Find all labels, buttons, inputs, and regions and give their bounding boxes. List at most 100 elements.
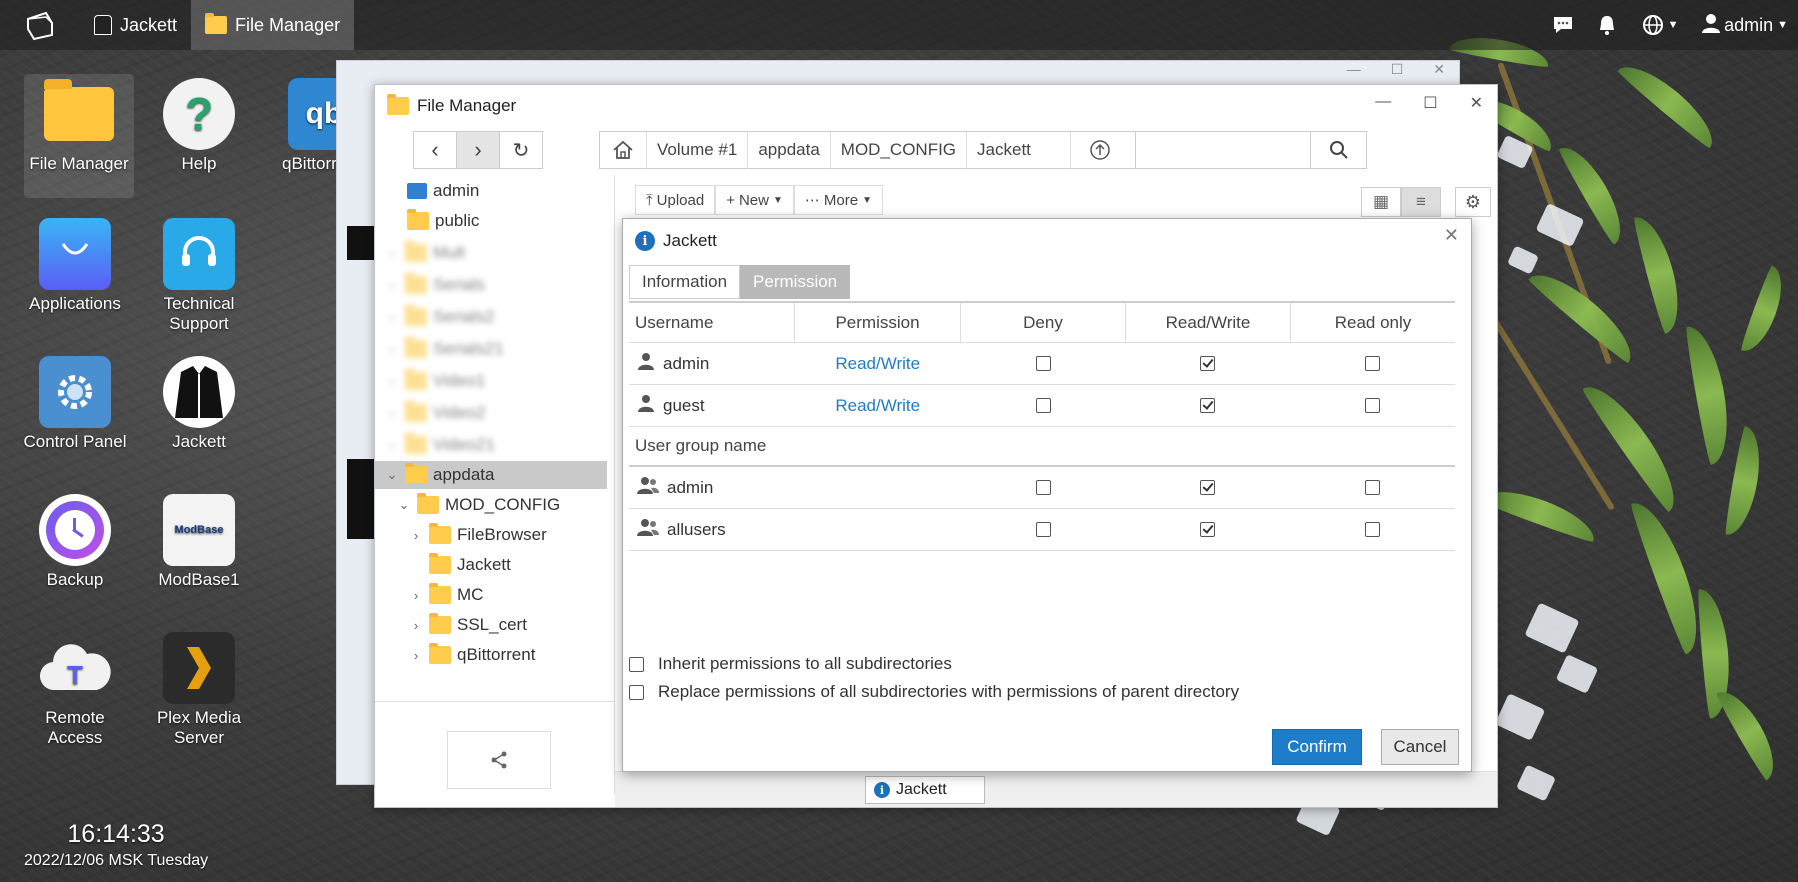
read-only-checkbox[interactable] bbox=[1365, 356, 1381, 371]
tree-item[interactable]: › SSL_cert bbox=[375, 611, 614, 639]
search-input[interactable] bbox=[1136, 132, 1310, 168]
refresh-button[interactable]: ↻ bbox=[499, 131, 543, 169]
replace-checkbox[interactable] bbox=[629, 684, 644, 700]
read-only-checkbox[interactable] bbox=[1365, 522, 1381, 537]
permission-link[interactable]: Read/Write bbox=[795, 354, 961, 374]
deny-checkbox[interactable] bbox=[1035, 522, 1051, 537]
tree-item[interactable]: › Video21 bbox=[375, 431, 614, 459]
group-name: admin bbox=[667, 477, 714, 497]
home-button[interactable] bbox=[600, 131, 647, 169]
inherit-checkbox[interactable] bbox=[629, 656, 644, 672]
window-titlebar[interactable]: File Manager bbox=[375, 85, 1497, 127]
read-write-checkbox[interactable] bbox=[1200, 480, 1216, 495]
list-view-button[interactable]: ≡ bbox=[1401, 187, 1441, 217]
clock-time: 16:14:33 bbox=[67, 820, 165, 848]
upload-folder-button[interactable] bbox=[1071, 131, 1129, 169]
chevron-right-icon[interactable]: › bbox=[409, 528, 423, 543]
desktop-icon-jackett[interactable]: Jackett bbox=[144, 356, 254, 452]
tab-permission[interactable]: Permission bbox=[740, 265, 851, 299]
minimize-icon[interactable]: — bbox=[1347, 61, 1361, 83]
close-icon[interactable]: ✕ bbox=[1433, 61, 1445, 83]
read-only-checkbox[interactable] bbox=[1365, 398, 1381, 413]
chevron-down-icon[interactable]: ⌄ bbox=[385, 467, 399, 483]
tab-information[interactable]: Information bbox=[629, 265, 741, 299]
user-menu[interactable]: admin ▼ bbox=[1702, 13, 1788, 38]
desktop-icon-control-panel[interactable]: Control Panel bbox=[20, 356, 130, 452]
close-icon[interactable]: ✕ bbox=[1470, 93, 1483, 113]
tree-item[interactable]: admin bbox=[375, 177, 614, 205]
upload-button[interactable]: ⤒ Upload bbox=[635, 185, 716, 215]
start-menu-icon[interactable] bbox=[0, 0, 80, 50]
list-icon: ≡ bbox=[1416, 192, 1426, 211]
breadcrumb-item[interactable]: Volume #1 bbox=[647, 131, 749, 169]
desktop-icon-applications[interactable]: Applications bbox=[20, 218, 130, 314]
folder-icon bbox=[429, 583, 451, 604]
desktop-icon-plex-media-server[interactable]: Plex Media Server bbox=[144, 632, 254, 748]
shopping-bag-icon bbox=[39, 218, 111, 290]
chat-icon[interactable] bbox=[1552, 14, 1574, 36]
tree-item[interactable]: › FileBrowser bbox=[375, 521, 614, 549]
notification-bell-icon[interactable] bbox=[1596, 14, 1618, 36]
chevron-left-icon: ‹ bbox=[431, 137, 439, 162]
chevron-right-icon[interactable]: › bbox=[409, 618, 423, 633]
desktop-icon-modbase1[interactable]: ModBase ModBase1 bbox=[144, 494, 254, 590]
breadcrumb-item[interactable]: MOD_CONFIG bbox=[831, 131, 968, 169]
tree-item[interactable]: ⌄ MOD_CONFIG bbox=[375, 491, 614, 519]
desktop-icon-technical-support[interactable]: Technical Support bbox=[144, 218, 254, 334]
breadcrumb-item[interactable]: Jackett bbox=[967, 131, 1072, 169]
language-globe-icon[interactable]: ▼ bbox=[1640, 14, 1680, 36]
breadcrumb-item[interactable]: appdata bbox=[748, 131, 831, 169]
deny-checkbox[interactable] bbox=[1035, 480, 1051, 495]
tree-item-selected[interactable]: ⌄ appdata bbox=[375, 461, 607, 489]
read-only-checkbox[interactable] bbox=[1365, 480, 1381, 495]
tree-item[interactable]: › MC bbox=[375, 581, 614, 609]
taskbar-item-file-manager[interactable]: File Manager bbox=[191, 0, 355, 50]
tree-item[interactable]: › Serials2 bbox=[375, 303, 614, 331]
read-write-checkbox[interactable] bbox=[1200, 356, 1216, 371]
tree-item[interactable]: › qBittorrent bbox=[375, 641, 614, 669]
replace-option[interactable]: Replace permissions of all subdirectorie… bbox=[629, 682, 1239, 702]
desktop-icon-backup[interactable]: Backup bbox=[20, 494, 130, 590]
back-button[interactable]: ‹ bbox=[413, 131, 457, 169]
desktop-icon-file-manager[interactable]: File Manager bbox=[24, 74, 134, 198]
more-button[interactable]: ⋯ More ▼ bbox=[793, 185, 883, 215]
tree-item[interactable]: › Video1 bbox=[375, 367, 614, 395]
tree-item[interactable]: › Serials bbox=[375, 271, 614, 299]
read-write-checkbox[interactable] bbox=[1200, 398, 1216, 413]
inherit-option[interactable]: Inherit permissions to all subdirectorie… bbox=[629, 654, 952, 674]
grid-view-button[interactable]: ▦ bbox=[1361, 187, 1401, 217]
chevron-right-icon[interactable]: › bbox=[409, 588, 423, 603]
deny-checkbox[interactable] bbox=[1035, 356, 1051, 371]
bg-thumbnail bbox=[347, 226, 375, 260]
minimize-icon[interactable]: — bbox=[1375, 93, 1391, 113]
tree-item[interactable]: public bbox=[375, 207, 614, 235]
tree-item[interactable]: › Serials21 bbox=[375, 335, 614, 363]
search-button[interactable] bbox=[1310, 132, 1366, 168]
maximize-icon[interactable]: ☐ bbox=[1391, 61, 1404, 83]
deny-checkbox[interactable] bbox=[1035, 398, 1051, 413]
maximize-icon[interactable]: ☐ bbox=[1423, 93, 1437, 113]
chevron-right-icon[interactable]: › bbox=[409, 648, 423, 663]
settings-button[interactable]: ⚙ bbox=[1455, 187, 1491, 217]
desktop-icon-label: Plex Media Server bbox=[156, 708, 242, 747]
read-write-checkbox[interactable] bbox=[1200, 522, 1216, 537]
cancel-button[interactable]: Cancel bbox=[1381, 729, 1459, 765]
chevron-down-icon[interactable]: ⌄ bbox=[397, 497, 411, 513]
close-icon[interactable]: ✕ bbox=[1444, 225, 1459, 246]
tree-item[interactable]: › Mult bbox=[375, 239, 614, 267]
desktop-clock: 16:14:33 2022/12/06 MSK Tuesday bbox=[24, 820, 208, 870]
confirm-button[interactable]: Confirm bbox=[1272, 729, 1362, 765]
share-button[interactable] bbox=[447, 731, 551, 789]
desktop-icon-remote-access[interactable]: T Remote Access bbox=[20, 632, 130, 748]
tree-item[interactable]: › Video2 bbox=[375, 399, 614, 427]
permission-link[interactable]: Read/Write bbox=[795, 396, 961, 416]
new-button[interactable]: + New ▼ bbox=[715, 185, 794, 215]
desktop-icon-help[interactable]: ? Help bbox=[144, 78, 254, 174]
forward-button[interactable]: › bbox=[456, 131, 500, 169]
taskbar-item-jackett[interactable]: Jackett bbox=[80, 0, 191, 50]
plus-icon: + bbox=[726, 191, 735, 209]
folder-icon bbox=[405, 273, 427, 294]
tree-item[interactable]: Jackett bbox=[375, 551, 614, 579]
minimized-dialog-tab[interactable]: i Jackett bbox=[865, 776, 985, 804]
arrow-up-circle-icon bbox=[1090, 140, 1110, 160]
